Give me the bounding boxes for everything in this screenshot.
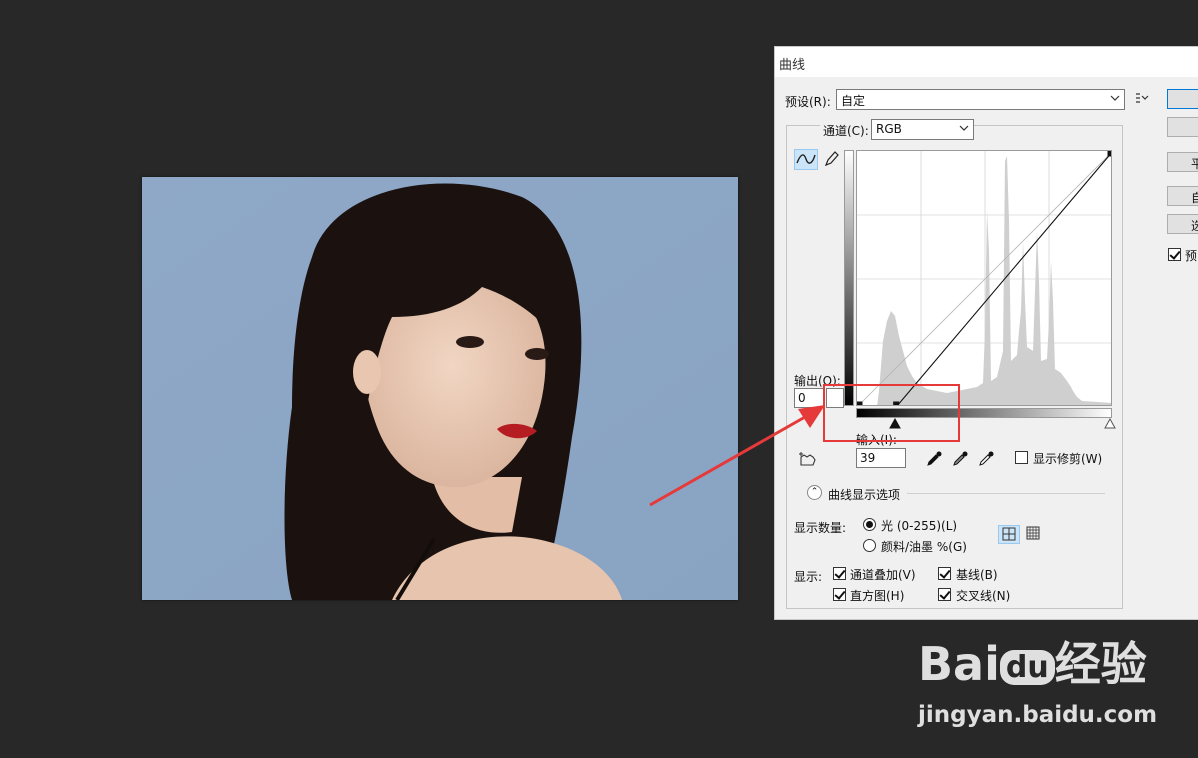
channel-value: RGB (876, 122, 902, 136)
grid-4-icon (1002, 527, 1016, 541)
logo-prefix: Bai (918, 637, 1000, 691)
intersection-label: 交叉线(N) (956, 589, 1011, 603)
detailed-grid-button[interactable] (1023, 525, 1045, 544)
simple-grid-button[interactable] (998, 525, 1020, 544)
options-divider (907, 493, 1105, 494)
chevron-down-icon (1110, 95, 1120, 101)
highlight-box (823, 384, 960, 442)
preset-value: 自定 (841, 94, 866, 108)
curves-dialog: 曲线 预设(R): 自定 通道(C): RGB 输出(O): 0 输入(I): … (774, 46, 1198, 620)
baidu-logo: Bai du 经验 (918, 628, 1147, 694)
ok-button[interactable] (1167, 89, 1198, 109)
preview-checkbox[interactable] (1168, 248, 1181, 261)
preset-label: 预设(R): (785, 95, 831, 109)
auto-button-label: 自 (1191, 191, 1198, 205)
baidu-watermark: Bai du 经验 jingyan.baidu.com (918, 628, 1158, 738)
curve-point-tool[interactable] (794, 149, 818, 170)
dialog-titlebar[interactable]: 曲线 (775, 47, 1198, 77)
input-input[interactable]: 39 (856, 448, 906, 468)
baseline-label: 基线(B) (956, 568, 998, 582)
curve-point[interactable] (1107, 151, 1112, 157)
pencil-tool[interactable] (820, 149, 844, 170)
grid-10-icon (1026, 526, 1040, 540)
dialog-title: 曲线 (779, 58, 806, 73)
curve-plot (857, 151, 1112, 405)
options-button-label: 选 (1191, 219, 1198, 233)
paw-badge: du (999, 650, 1055, 685)
pigment-radio[interactable] (863, 539, 876, 552)
auto-button[interactable]: 自 (1167, 186, 1198, 206)
chevron-down-icon (959, 125, 969, 131)
show-clipping-checkbox[interactable] (1015, 451, 1028, 464)
show-label: 显示: (794, 570, 823, 584)
intersection-checkbox[interactable] (938, 588, 951, 601)
gray-eyedropper-icon[interactable] (951, 450, 969, 468)
logo-suffix: 经验 (1054, 637, 1147, 691)
show-clipping-label: 显示修剪(W) (1033, 452, 1103, 466)
white-eyedropper-icon[interactable] (977, 450, 995, 468)
light-option-label: 光 (0-255)(L) (881, 519, 958, 533)
white-point-slider[interactable] (1104, 418, 1116, 429)
annotation-arrow (649, 405, 825, 507)
smooth-button-label: 平 (1191, 157, 1198, 171)
preset-select[interactable]: 自定 (836, 89, 1125, 110)
photo-canvas (142, 177, 738, 600)
output-gradient-bar (844, 150, 854, 406)
channel-overlay-checkbox[interactable] (833, 567, 846, 580)
pigment-option-label: 颜料/油墨 %(G) (881, 540, 967, 554)
smooth-button[interactable]: 平 (1167, 152, 1198, 172)
curve-wave-icon (796, 154, 816, 164)
show-amount-label: 显示数量: (794, 521, 847, 535)
channel-overlay-label: 通道叠加(V) (850, 568, 916, 582)
black-eyedropper-icon[interactable] (925, 450, 943, 468)
options-button[interactable]: 选 (1167, 214, 1198, 234)
channel-select[interactable]: RGB (871, 119, 974, 140)
preset-options-icon[interactable] (1135, 91, 1149, 105)
cancel-button[interactable] (1167, 117, 1198, 137)
curve-graph[interactable] (856, 150, 1112, 406)
histogram-checkbox[interactable] (833, 588, 846, 601)
preview-label: 预 (1185, 249, 1198, 263)
histogram-label: 直方图(H) (850, 589, 905, 603)
baseline-checkbox[interactable] (938, 567, 951, 580)
channel-label: 通道(C): (820, 122, 872, 139)
watermark-url: jingyan.baidu.com (918, 702, 1158, 728)
light-radio[interactable] (863, 518, 876, 531)
pencil-icon (824, 151, 839, 167)
